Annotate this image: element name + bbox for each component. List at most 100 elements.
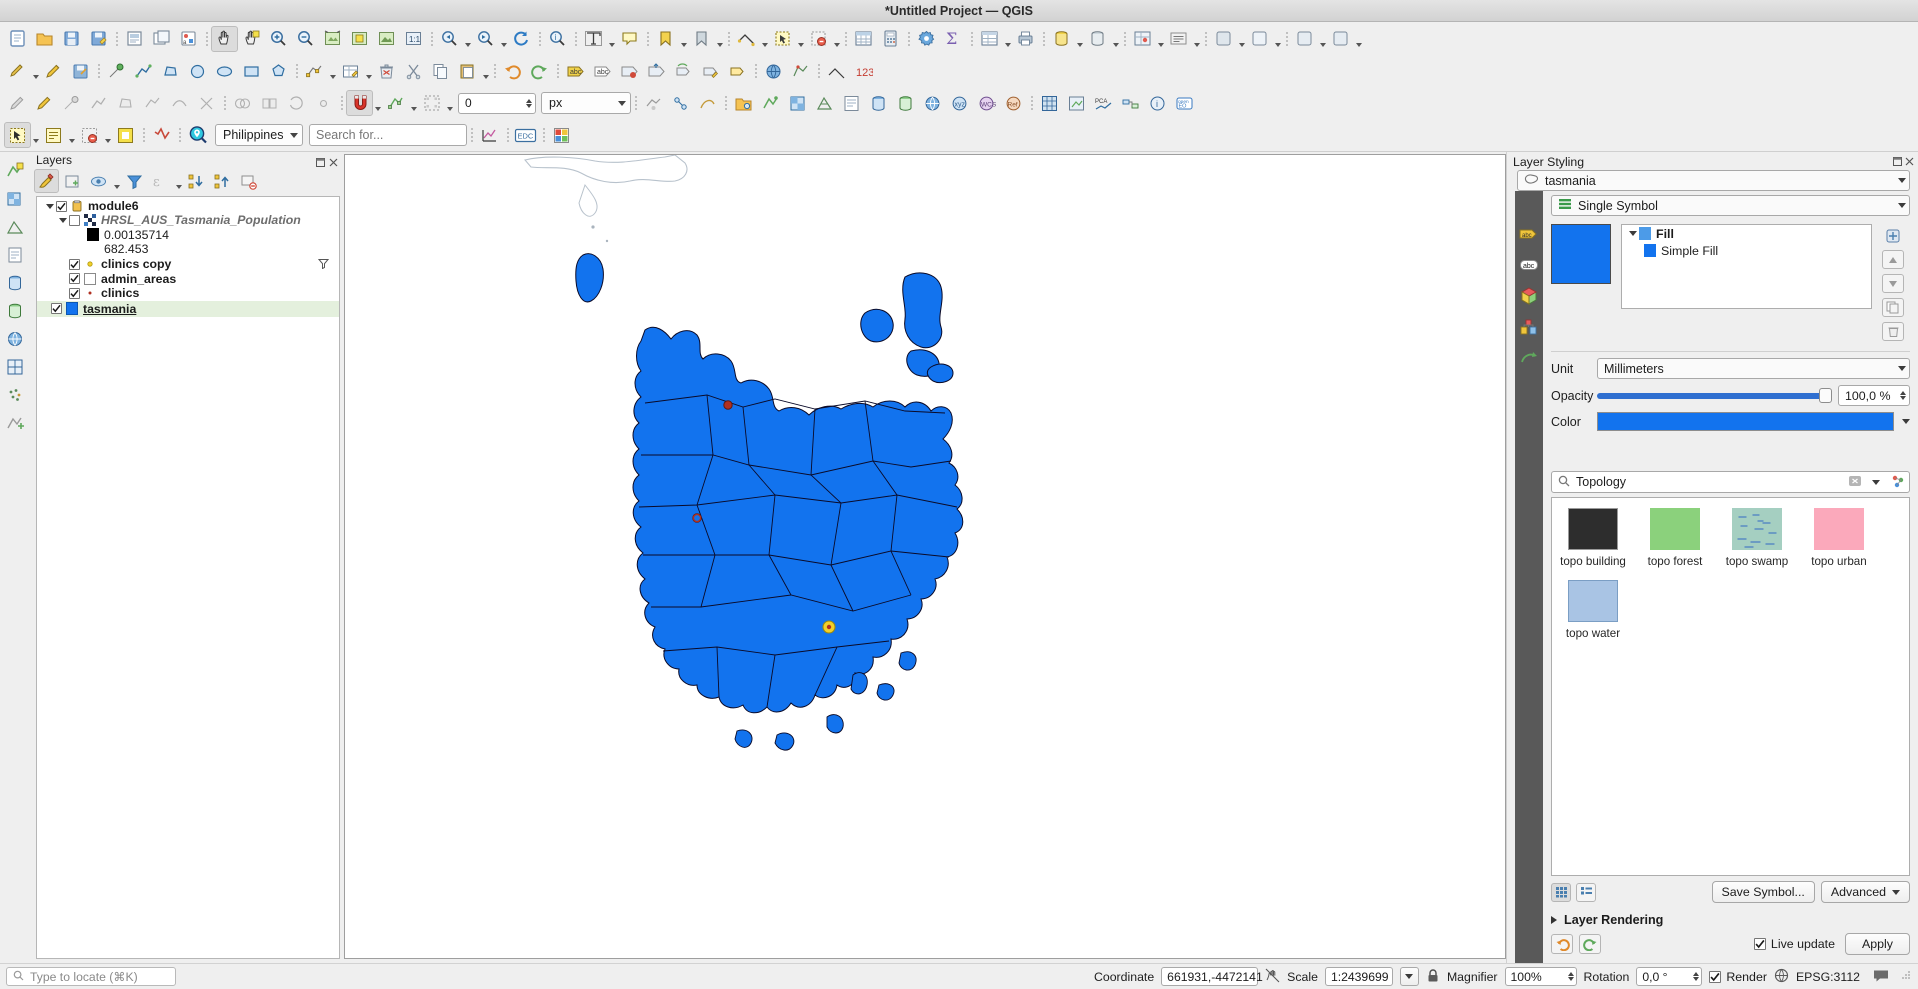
symbol-tree-row-simple-fill[interactable]: Simple Fill	[1622, 242, 1871, 259]
georeferencer-button[interactable]	[1129, 26, 1156, 52]
select-features-button[interactable]	[769, 26, 796, 52]
color-swatch-button[interactable]	[1597, 412, 1894, 431]
add-spatialite-side-button[interactable]	[2, 298, 28, 324]
open-attribute-table-button[interactable]	[850, 26, 877, 52]
apply-button[interactable]: Apply	[1845, 933, 1910, 955]
layer-tree-row-tasmania[interactable]: tasmania	[37, 300, 339, 317]
layer-checkbox[interactable]	[69, 287, 80, 299]
zoom-out-button[interactable]	[292, 26, 319, 52]
filter-expression-dropdown[interactable]	[174, 168, 183, 194]
layer-selector-combo[interactable]: tasmania	[1517, 170, 1910, 191]
add-postgis-layer-button[interactable]	[865, 90, 892, 116]
merge-attributes-button[interactable]	[256, 90, 283, 116]
rotate-point-symbols-button[interactable]	[283, 90, 310, 116]
open-project-button[interactable]	[31, 26, 58, 52]
redo-button[interactable]	[526, 58, 553, 84]
layer-tree-row-clinics[interactable]: clinics	[37, 286, 339, 301]
map-canvas[interactable]	[344, 154, 1506, 959]
select-by-expression-dropdown[interactable]	[67, 122, 76, 148]
plugins-dropdown[interactable]	[1237, 26, 1246, 52]
expand-collapse-icon[interactable]	[56, 217, 69, 223]
open-layer-styling-panel-button[interactable]	[34, 169, 59, 193]
add-polygon-feature-button[interactable]	[157, 58, 184, 84]
add-line-feature-button[interactable]	[130, 58, 157, 84]
zoom-full-button[interactable]	[319, 26, 346, 52]
cut-features-button[interactable]	[400, 58, 427, 84]
save-edits-2-button[interactable]	[31, 90, 58, 116]
text-annotation-button[interactable]	[580, 26, 607, 52]
remove-layer-button[interactable]	[236, 169, 261, 193]
actions-tab-icon[interactable]	[1518, 347, 1540, 369]
zoom-last-dropdown[interactable]	[463, 26, 472, 52]
add-delimited-text-side-button[interactable]	[2, 242, 28, 268]
add-vector-layer-button[interactable]	[757, 90, 784, 116]
clear-search-icon[interactable]	[1848, 475, 1862, 490]
new-bookmark-button[interactable]	[652, 26, 679, 52]
extra-tool-2-dropdown[interactable]	[1354, 26, 1363, 52]
metadata-info-button[interactable]: i	[1144, 90, 1171, 116]
select-features-2-button[interactable]	[4, 122, 31, 148]
close-panel-icon[interactable]	[1905, 155, 1914, 166]
add-raster-layer-side-button[interactable]	[2, 186, 28, 212]
layer-checkbox[interactable]	[69, 273, 80, 285]
add-wms-side-button[interactable]	[2, 326, 28, 352]
collapse-all-button[interactable]	[210, 169, 235, 193]
scale-dropdown-button[interactable]	[1399, 967, 1419, 986]
snapping-units-button[interactable]	[418, 90, 445, 116]
style-manager-button[interactable]: a	[175, 26, 202, 52]
topological-editing-button[interactable]	[667, 90, 694, 116]
open-data-source-manager-button[interactable]	[730, 90, 757, 116]
zoom-to-selection-button[interactable]	[346, 26, 373, 52]
unit-combo[interactable]: Millimeters	[1597, 358, 1910, 379]
processing-model-button[interactable]	[1117, 90, 1144, 116]
pin-labels-button[interactable]: abc	[589, 58, 616, 84]
gallery-item[interactable]: topo swamp	[1716, 508, 1798, 568]
edit-vertex-2-button[interactable]	[139, 90, 166, 116]
snapping-units-dropdown[interactable]	[445, 90, 454, 116]
add-spatialite-layer-button[interactable]	[892, 90, 919, 116]
layer-checkbox[interactable]	[56, 200, 67, 212]
layout-dropdown[interactable]	[1003, 26, 1012, 52]
change-label-button[interactable]	[697, 58, 724, 84]
symbol-layer-tree[interactable]: Fill Simple Fill	[1621, 224, 1872, 309]
merge-features-button[interactable]	[229, 90, 256, 116]
invert-selection-button[interactable]	[112, 122, 139, 148]
symbology-tab-icon[interactable]: abc	[1518, 223, 1540, 245]
symbol-tree-row-fill[interactable]: Fill	[1622, 225, 1871, 242]
color-picker-button[interactable]	[548, 122, 575, 148]
measure-line-button[interactable]	[733, 26, 760, 52]
gallery-item[interactable]: topo forest	[1634, 508, 1716, 568]
vertex-tool-dropdown[interactable]	[328, 58, 337, 84]
add-vectortile-side-button[interactable]	[2, 354, 28, 380]
grid-tool-button[interactable]	[1036, 90, 1063, 116]
extra-tool-1-dropdown[interactable]	[1318, 26, 1327, 52]
edc-panel-button[interactable]: EDC	[512, 122, 539, 148]
undo-style-button[interactable]	[1551, 934, 1573, 954]
filter-legend-expression-button[interactable]: ε	[148, 169, 173, 193]
new-shapefile-side-button[interactable]	[2, 410, 28, 436]
opacity-value-field[interactable]: 100,0 %	[1838, 385, 1910, 406]
zoom-native-resolution-button[interactable]: 1:1	[400, 26, 427, 52]
layer-rendering-section[interactable]: Layer Rendering	[1551, 913, 1910, 927]
add-line-2-button[interactable]	[85, 90, 112, 116]
extra-tool-1-button[interactable]	[1291, 26, 1318, 52]
layer-checkbox[interactable]	[69, 258, 80, 270]
plugins-button[interactable]	[1210, 26, 1237, 52]
delete-selected-button[interactable]	[373, 58, 400, 84]
georeferencer-2-button[interactable]	[1063, 90, 1090, 116]
style-manager-icon[interactable]	[1891, 474, 1905, 491]
snapping-options-dropdown[interactable]	[373, 90, 382, 116]
layout-manager-button[interactable]	[148, 26, 175, 52]
measure-dropdown[interactable]	[760, 26, 769, 52]
field-calculator-button[interactable]	[877, 26, 904, 52]
stepper-arrows[interactable]	[526, 98, 532, 108]
add-regular-polygon-button[interactable]	[265, 58, 292, 84]
add-delimited-text-button[interactable]	[838, 90, 865, 116]
geopackage-dropdown[interactable]	[1111, 26, 1120, 52]
close-panel-icon[interactable]	[329, 156, 338, 166]
modify-attributes-button[interactable]	[337, 58, 364, 84]
print-layout-button[interactable]	[1012, 26, 1039, 52]
color-dropdown-arrow[interactable]	[1902, 419, 1910, 424]
split-features-button[interactable]	[193, 90, 220, 116]
web-toolbar-button[interactable]	[760, 58, 787, 84]
